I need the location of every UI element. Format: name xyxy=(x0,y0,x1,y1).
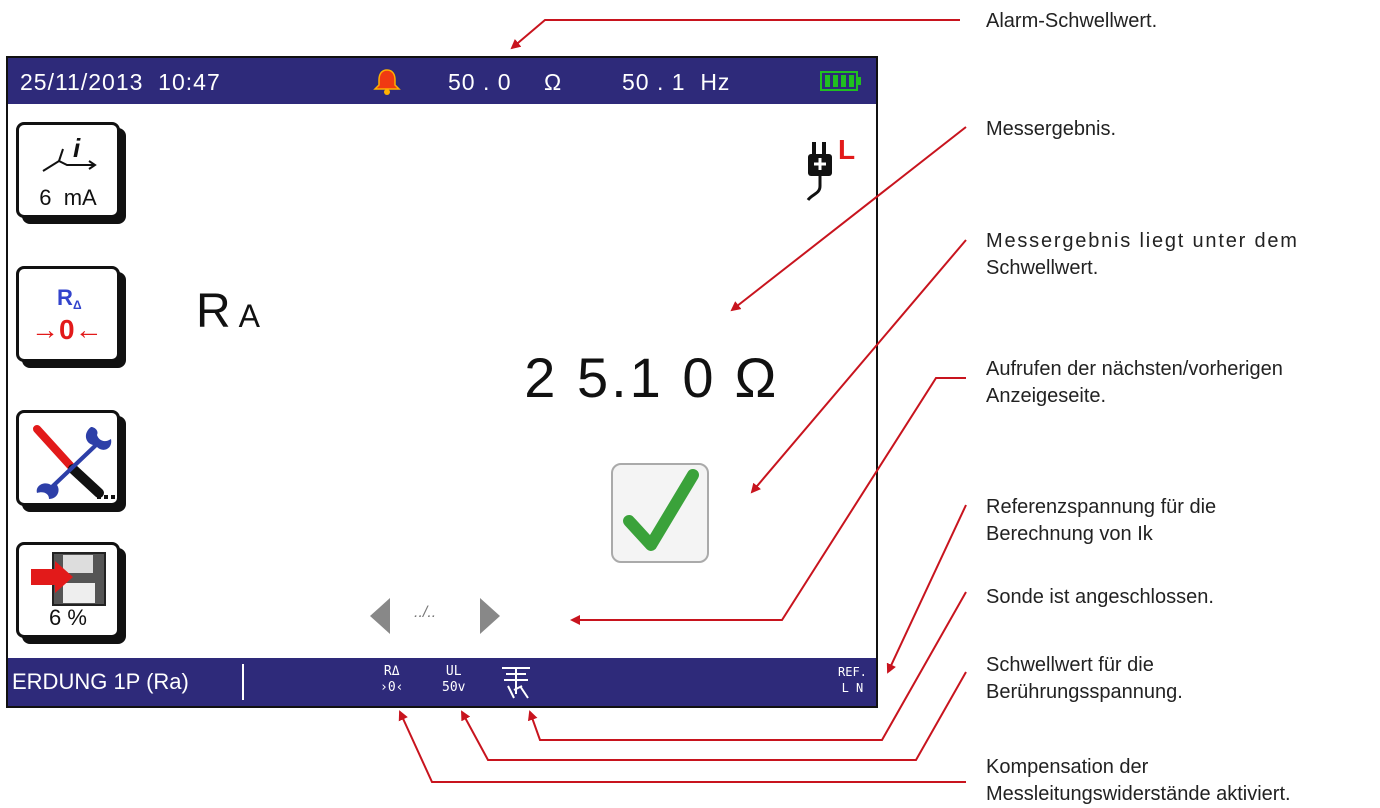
below-threshold-arrow xyxy=(750,239,967,494)
navigation-arrow xyxy=(570,377,966,625)
callout-result: Messergebnis. xyxy=(986,118,1117,140)
callout-touch-voltage: Schwellwert für die Berührungsspannung. xyxy=(986,654,1183,703)
alarm-arrow xyxy=(510,19,960,50)
reference-arrow xyxy=(886,504,967,674)
callout-below-threshold: Messergebnis liegt unter dem Schwellwert. xyxy=(986,230,1299,279)
compensation-arrow xyxy=(398,710,966,783)
callout-alarm: Alarm-Schwellwert. xyxy=(986,10,1158,32)
callout-probe: Sonde ist angeschlossen. xyxy=(986,586,1214,608)
callout-compensation: Kompensation der Messleitungswiderstände … xyxy=(986,756,1291,805)
touch-voltage-arrow xyxy=(461,671,967,761)
callout-reference: Referenzspannung für die Berechnung von I… xyxy=(986,496,1217,545)
callout-navigation: Aufrufen der nächsten/vorherigen Anzeiges… xyxy=(986,358,1283,407)
probe-arrow xyxy=(527,591,967,741)
